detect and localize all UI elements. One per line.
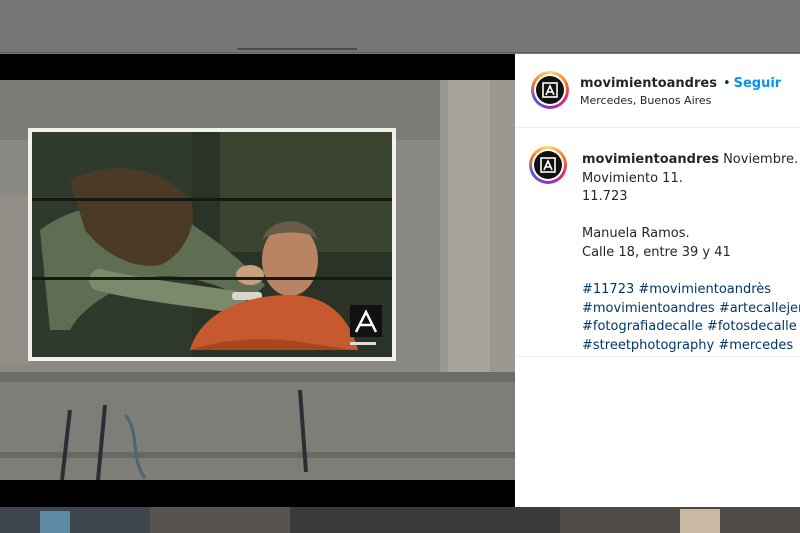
background-divider xyxy=(0,52,800,53)
background-thumbnails xyxy=(0,507,800,533)
separator-dot: • xyxy=(722,76,731,91)
caption-username-link[interactable]: movimientoandres xyxy=(582,152,719,167)
hashtag-link[interactable]: #movimientoandrès xyxy=(638,282,771,297)
caption-line-1: Noviembre. xyxy=(723,152,799,167)
dimmed-background-top xyxy=(0,0,800,54)
hashtag-link[interactable]: #fotosdecalle xyxy=(707,319,797,334)
header-avatar[interactable] xyxy=(531,71,569,109)
hashtag-link[interactable]: #artecallejero xyxy=(719,301,800,316)
hashtag-link[interactable]: #movimientoandres xyxy=(582,301,715,316)
location-link[interactable]: Mercedes, Buenos Aires xyxy=(580,94,711,107)
movimiento-logo-icon xyxy=(542,82,558,98)
movimiento-logo-icon xyxy=(540,157,556,173)
caption-text: movimientoandres Noviembre. Movimiento 1… xyxy=(582,151,800,356)
header-user-row: movimientoandres • Seguir xyxy=(580,72,781,91)
caption-section: movimientoandres Noviembre. Movimiento 1… xyxy=(515,128,800,357)
caption-line-6: Calle 18, entre 39 y 41 xyxy=(582,244,731,260)
hashtag-link[interactable]: #streetphotography xyxy=(582,338,714,353)
hashtag-link[interactable]: #mercedes xyxy=(718,338,793,353)
header-username-link[interactable]: movimientoandres xyxy=(580,76,717,91)
post-header: movimientoandres • Seguir Mercedes, Buenos… xyxy=(515,54,800,128)
post-photo[interactable] xyxy=(0,80,515,480)
post-details-panel: movimientoandres • Seguir Mercedes, Buenos… xyxy=(515,54,800,507)
caption-line-3: 11.723 xyxy=(582,189,628,205)
caption-avatar[interactable] xyxy=(529,146,567,184)
hashtag-link[interactable]: #11723 xyxy=(582,282,634,297)
caption-line-2: Movimiento 11. xyxy=(582,170,683,186)
follow-button[interactable]: Seguir xyxy=(734,76,782,91)
post-media[interactable] xyxy=(0,54,515,507)
hashtag-link[interactable]: #fotografiadecalle xyxy=(582,319,703,334)
background-underline xyxy=(237,48,357,50)
post-modal: movimientoandres • Seguir Mercedes, Buenos… xyxy=(0,54,800,507)
caption-line-5: Manuela Ramos. xyxy=(582,226,690,242)
background-thumbnails-strip xyxy=(0,507,800,533)
